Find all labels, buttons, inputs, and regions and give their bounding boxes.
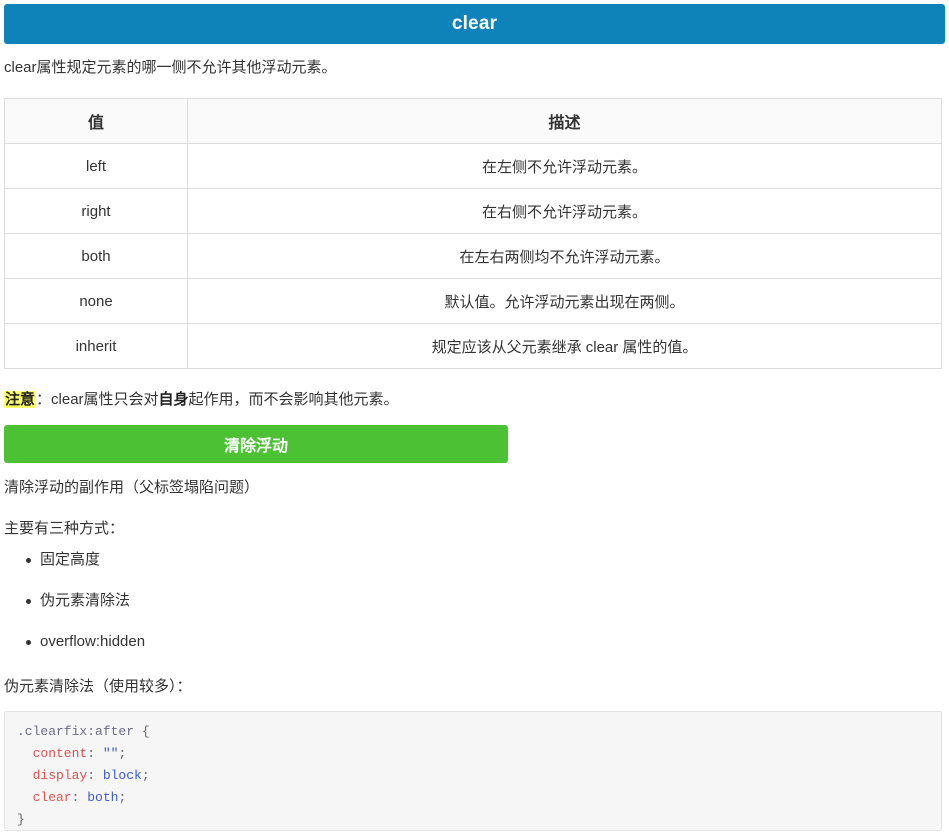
cell-description: 在左右两侧均不允许浮动元素。: [187, 233, 942, 279]
table-row: inherit 规定应该从父元素继承 clear 属性的值。: [4, 323, 942, 369]
code-selector: .clearfix:after: [17, 724, 135, 739]
note-lead: ：clear属性只会对: [36, 391, 159, 408]
note-highlight: 注意: [4, 391, 37, 408]
methods-list: 固定高度 伪元素清除法 overflow:hidden: [0, 549, 145, 672]
code-line-4: clear: both;: [17, 787, 929, 809]
code-line-5: }: [17, 809, 929, 830]
table-header-row: 值 描述: [4, 98, 942, 144]
table-body: left 在左侧不允许浮动元素。 right 在右侧不允许浮动元素。 both …: [4, 143, 942, 369]
code-property-clear: clear: [17, 790, 72, 805]
code-open-brace: {: [134, 724, 150, 739]
cell-value: left: [4, 143, 188, 189]
clear-values-table: 值 描述 left 在左侧不允许浮动元素。 right 在右侧不允许浮动元素。 …: [4, 98, 942, 369]
clear-float-button[interactable]: 清除浮动: [4, 425, 508, 463]
note-tail: 起作用，而不会影响其他元素。: [188, 391, 399, 408]
cell-value: none: [4, 278, 188, 324]
table-row: left 在左侧不允许浮动元素。: [4, 143, 942, 189]
table-row: none 默认值。允许浮动元素出现在两侧。: [4, 278, 942, 324]
code-property-display: display: [17, 768, 88, 783]
pseudo-intro-paragraph: 伪元素清除法（使用较多）：: [4, 678, 192, 695]
list-item: 固定高度: [25, 549, 145, 590]
table-row: right 在右侧不允许浮动元素。: [4, 188, 942, 234]
cell-description: 规定应该从父元素继承 clear 属性的值。: [187, 323, 942, 369]
list-item: overflow:hidden: [25, 631, 146, 672]
code-semicolon: ;: [118, 746, 127, 761]
code-value-content: "": [102, 746, 119, 761]
cell-value: right: [4, 188, 188, 234]
table-row: both 在左右两侧均不允许浮动元素。: [4, 233, 942, 279]
code-line-1: .clearfix:after {: [17, 721, 929, 743]
cell-description: 默认值。允许浮动元素出现在两侧。: [187, 278, 942, 324]
note-line: 注意：clear属性只会对自身起作用，而不会影响其他元素。: [4, 389, 399, 411]
clear-float-button-label: 清除浮动: [223, 438, 288, 455]
column-header-description: 描述: [187, 98, 942, 144]
code-value-display: block: [102, 768, 142, 783]
cell-description: 在右侧不允许浮动元素。: [187, 188, 942, 234]
table-head: 值 描述: [4, 98, 942, 144]
code-value-clear: both: [87, 790, 119, 805]
note-strong: 自身: [158, 391, 189, 408]
cell-value: inherit: [4, 323, 188, 369]
code-property-content: content: [17, 746, 88, 761]
cell-value: both: [4, 233, 188, 279]
column-header-value: 值: [4, 98, 188, 144]
side-effect-paragraph: 清除浮动的副作用（父标签塌陷问题）: [4, 479, 260, 496]
intro-paragraph: clear属性规定元素的哪一侧不允许其他浮动元素。: [4, 59, 337, 76]
code-colon: :: [87, 768, 103, 783]
list-item-label: 伪元素清除法: [40, 592, 131, 609]
list-item: 伪元素清除法: [25, 590, 145, 631]
code-colon: :: [71, 790, 88, 805]
css-code-block: .clearfix:after { content: ""; display: …: [4, 711, 942, 831]
ways-intro-paragraph: 主要有三种方式：: [4, 520, 125, 537]
page-root: clear clear属性规定元素的哪一侧不允许其他浮动元素。 值 描述 lef…: [0, 0, 949, 839]
code-line-3: display: block;: [17, 765, 929, 787]
code-semicolon: ;: [118, 790, 127, 805]
code-colon: :: [87, 746, 103, 761]
list-item-label: overflow:hidden: [40, 633, 146, 650]
cell-description: 在左侧不允许浮动元素。: [187, 143, 942, 189]
code-line-2: content: "";: [17, 743, 929, 765]
code-semicolon: ;: [141, 768, 150, 783]
list-item-label: 固定高度: [40, 551, 101, 568]
page-title-bar: clear: [4, 4, 945, 44]
code-close-brace: }: [17, 812, 25, 827]
page-title: clear: [451, 13, 498, 34]
